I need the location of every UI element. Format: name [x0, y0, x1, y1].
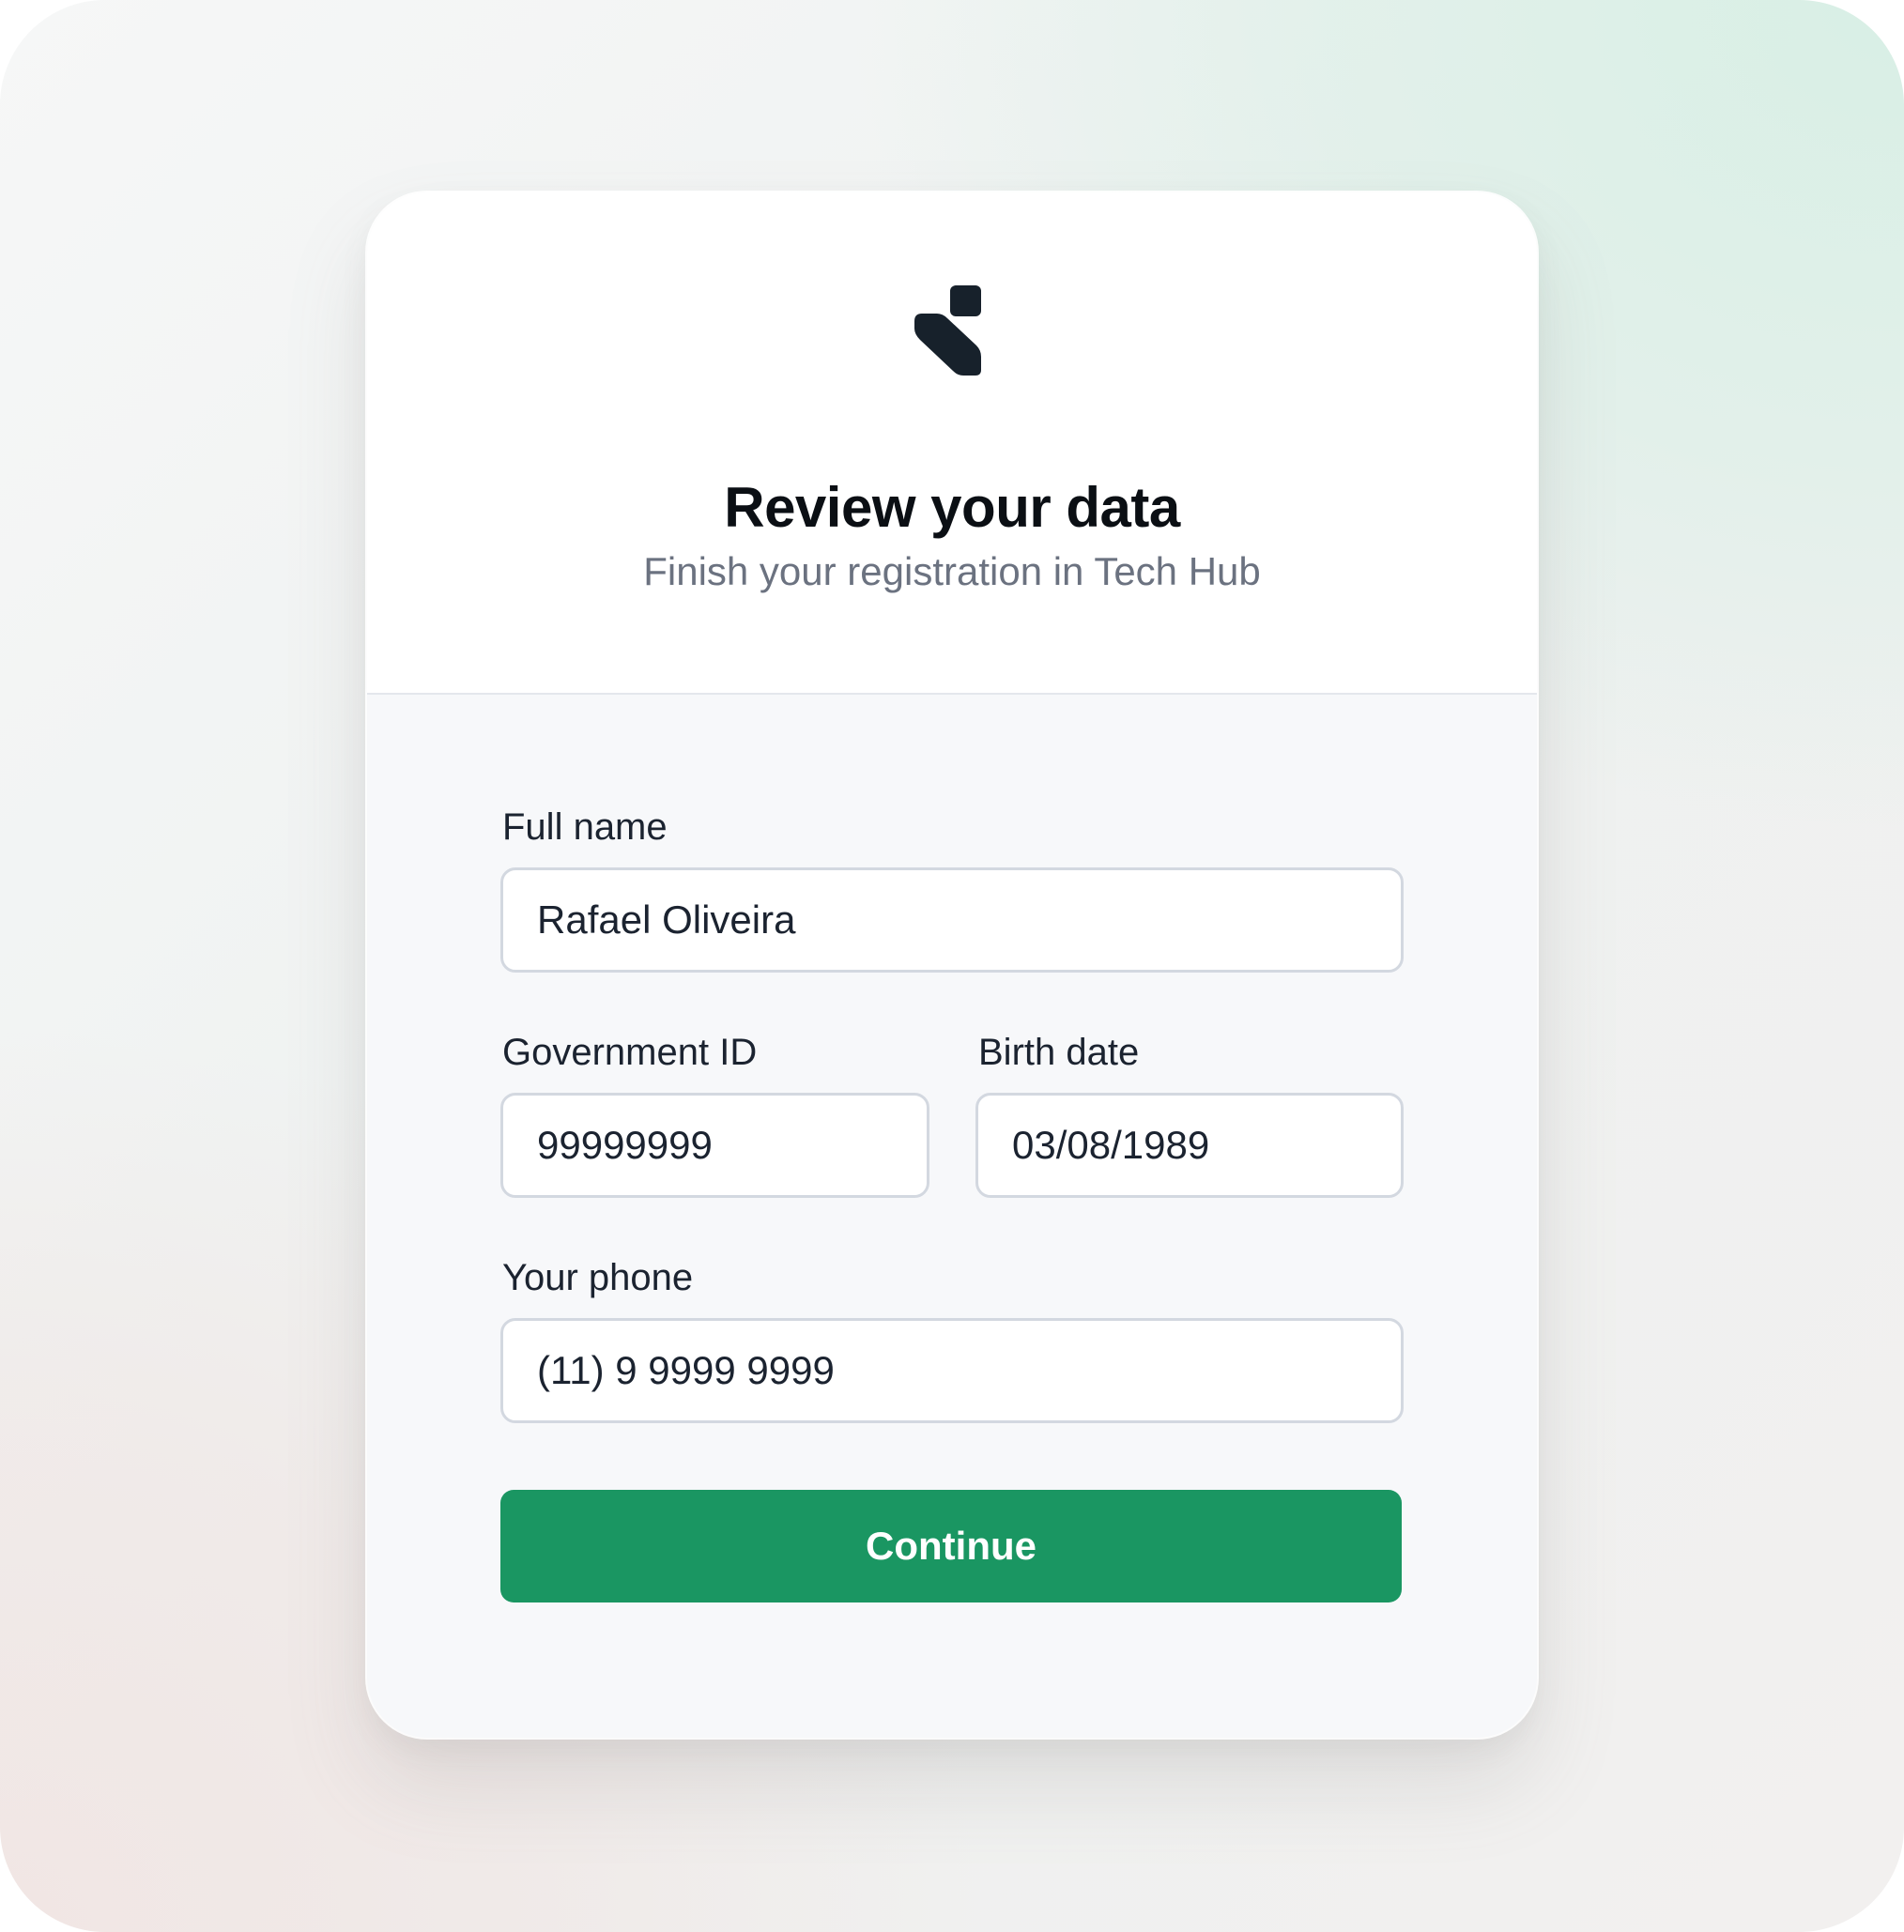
- government-id-input[interactable]: [500, 1093, 929, 1198]
- full-name-input[interactable]: [500, 867, 1404, 973]
- phone-label: Your phone: [502, 1257, 694, 1298]
- brand-logo-icon: [914, 285, 981, 376]
- phone-input[interactable]: [500, 1318, 1404, 1423]
- page-subtitle: Finish your registration in Tech Hub: [643, 549, 1261, 593]
- full-name-label: Full name: [502, 806, 668, 848]
- page-background: Review your data Finish your registratio…: [0, 0, 1904, 1932]
- birth-date-label: Birth date: [978, 1032, 1140, 1073]
- card-header: Review your data Finish your registratio…: [367, 192, 1537, 695]
- page-title: Review your data: [724, 476, 1180, 539]
- government-id-label: Government ID: [502, 1032, 758, 1073]
- registration-card: Review your data Finish your registratio…: [367, 192, 1537, 1738]
- birth-date-input[interactable]: [975, 1093, 1404, 1198]
- continue-button[interactable]: Continue: [500, 1490, 1402, 1602]
